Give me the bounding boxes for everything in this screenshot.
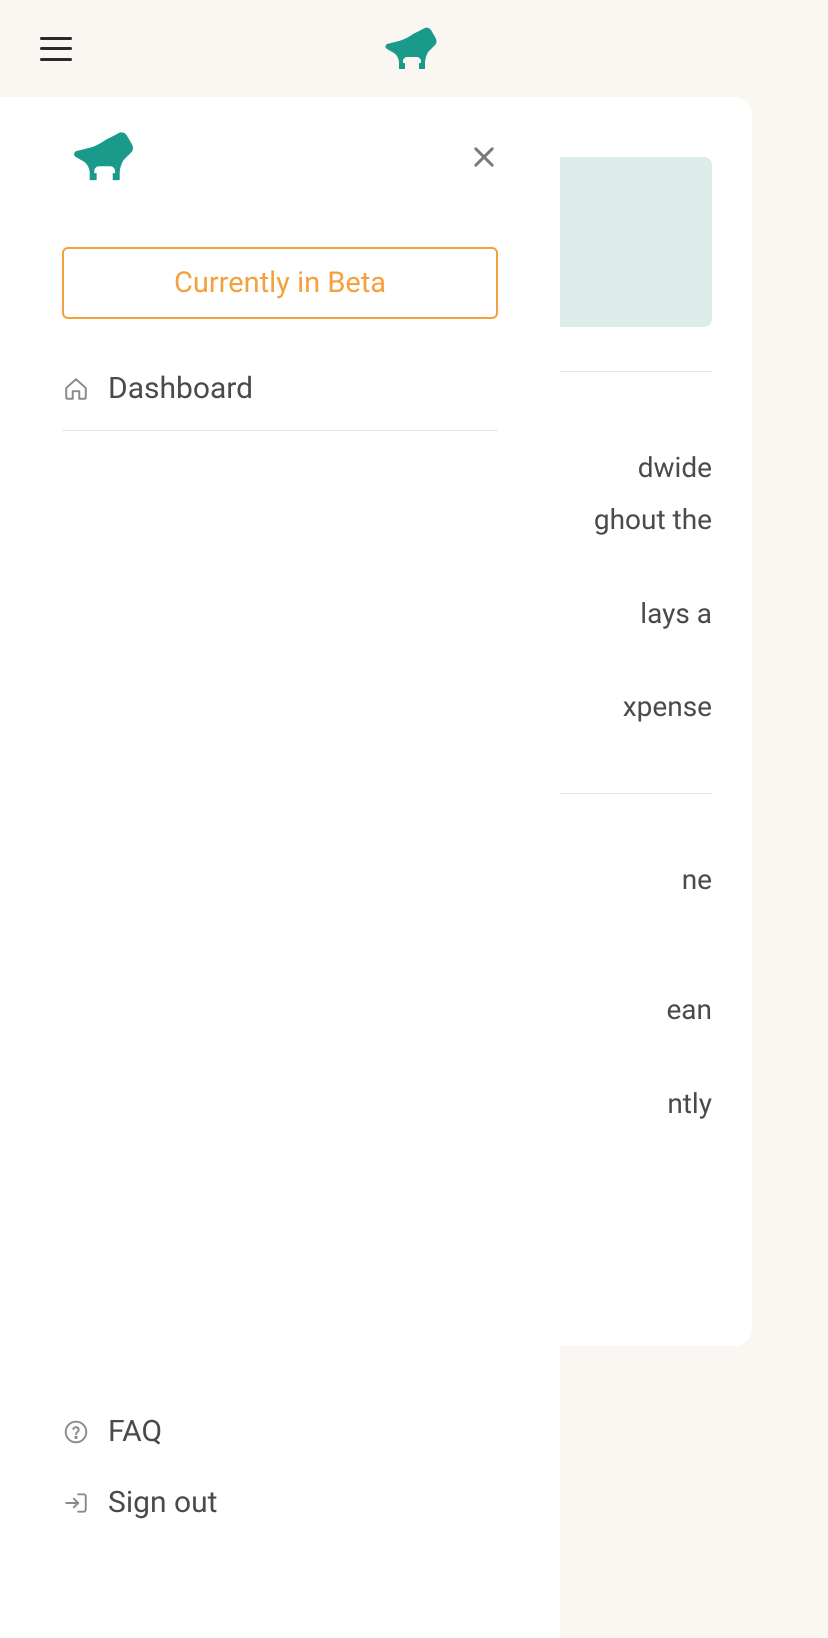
sidebar-spacer: [62, 431, 498, 1396]
help-circle-icon: [62, 1418, 90, 1446]
sidebar-item-label: Dashboard: [108, 371, 253, 406]
sidebar-body: Currently in Beta Dashboard: [0, 217, 560, 1638]
header-logo[interactable]: [379, 23, 449, 75]
sidebar-footer: FAQ Sign out: [62, 1396, 498, 1638]
home-icon: [62, 375, 90, 403]
menu-icon[interactable]: [40, 37, 72, 61]
sidebar-item-signout[interactable]: Sign out: [62, 1467, 498, 1538]
sidebar-item-dashboard[interactable]: Dashboard: [62, 359, 498, 431]
sidebar-header: [0, 97, 560, 217]
sidebar-logo[interactable]: [66, 127, 148, 187]
top-header: [0, 0, 828, 97]
sidebar-drawer: Currently in Beta Dashboard: [0, 97, 560, 1638]
beta-badge: Currently in Beta: [62, 247, 498, 319]
log-out-icon: [62, 1489, 90, 1517]
close-icon[interactable]: [466, 139, 502, 175]
sidebar-item-label: Sign out: [108, 1485, 217, 1520]
sidebar-item-faq[interactable]: FAQ: [62, 1396, 498, 1467]
sidebar-item-label: FAQ: [108, 1414, 162, 1449]
